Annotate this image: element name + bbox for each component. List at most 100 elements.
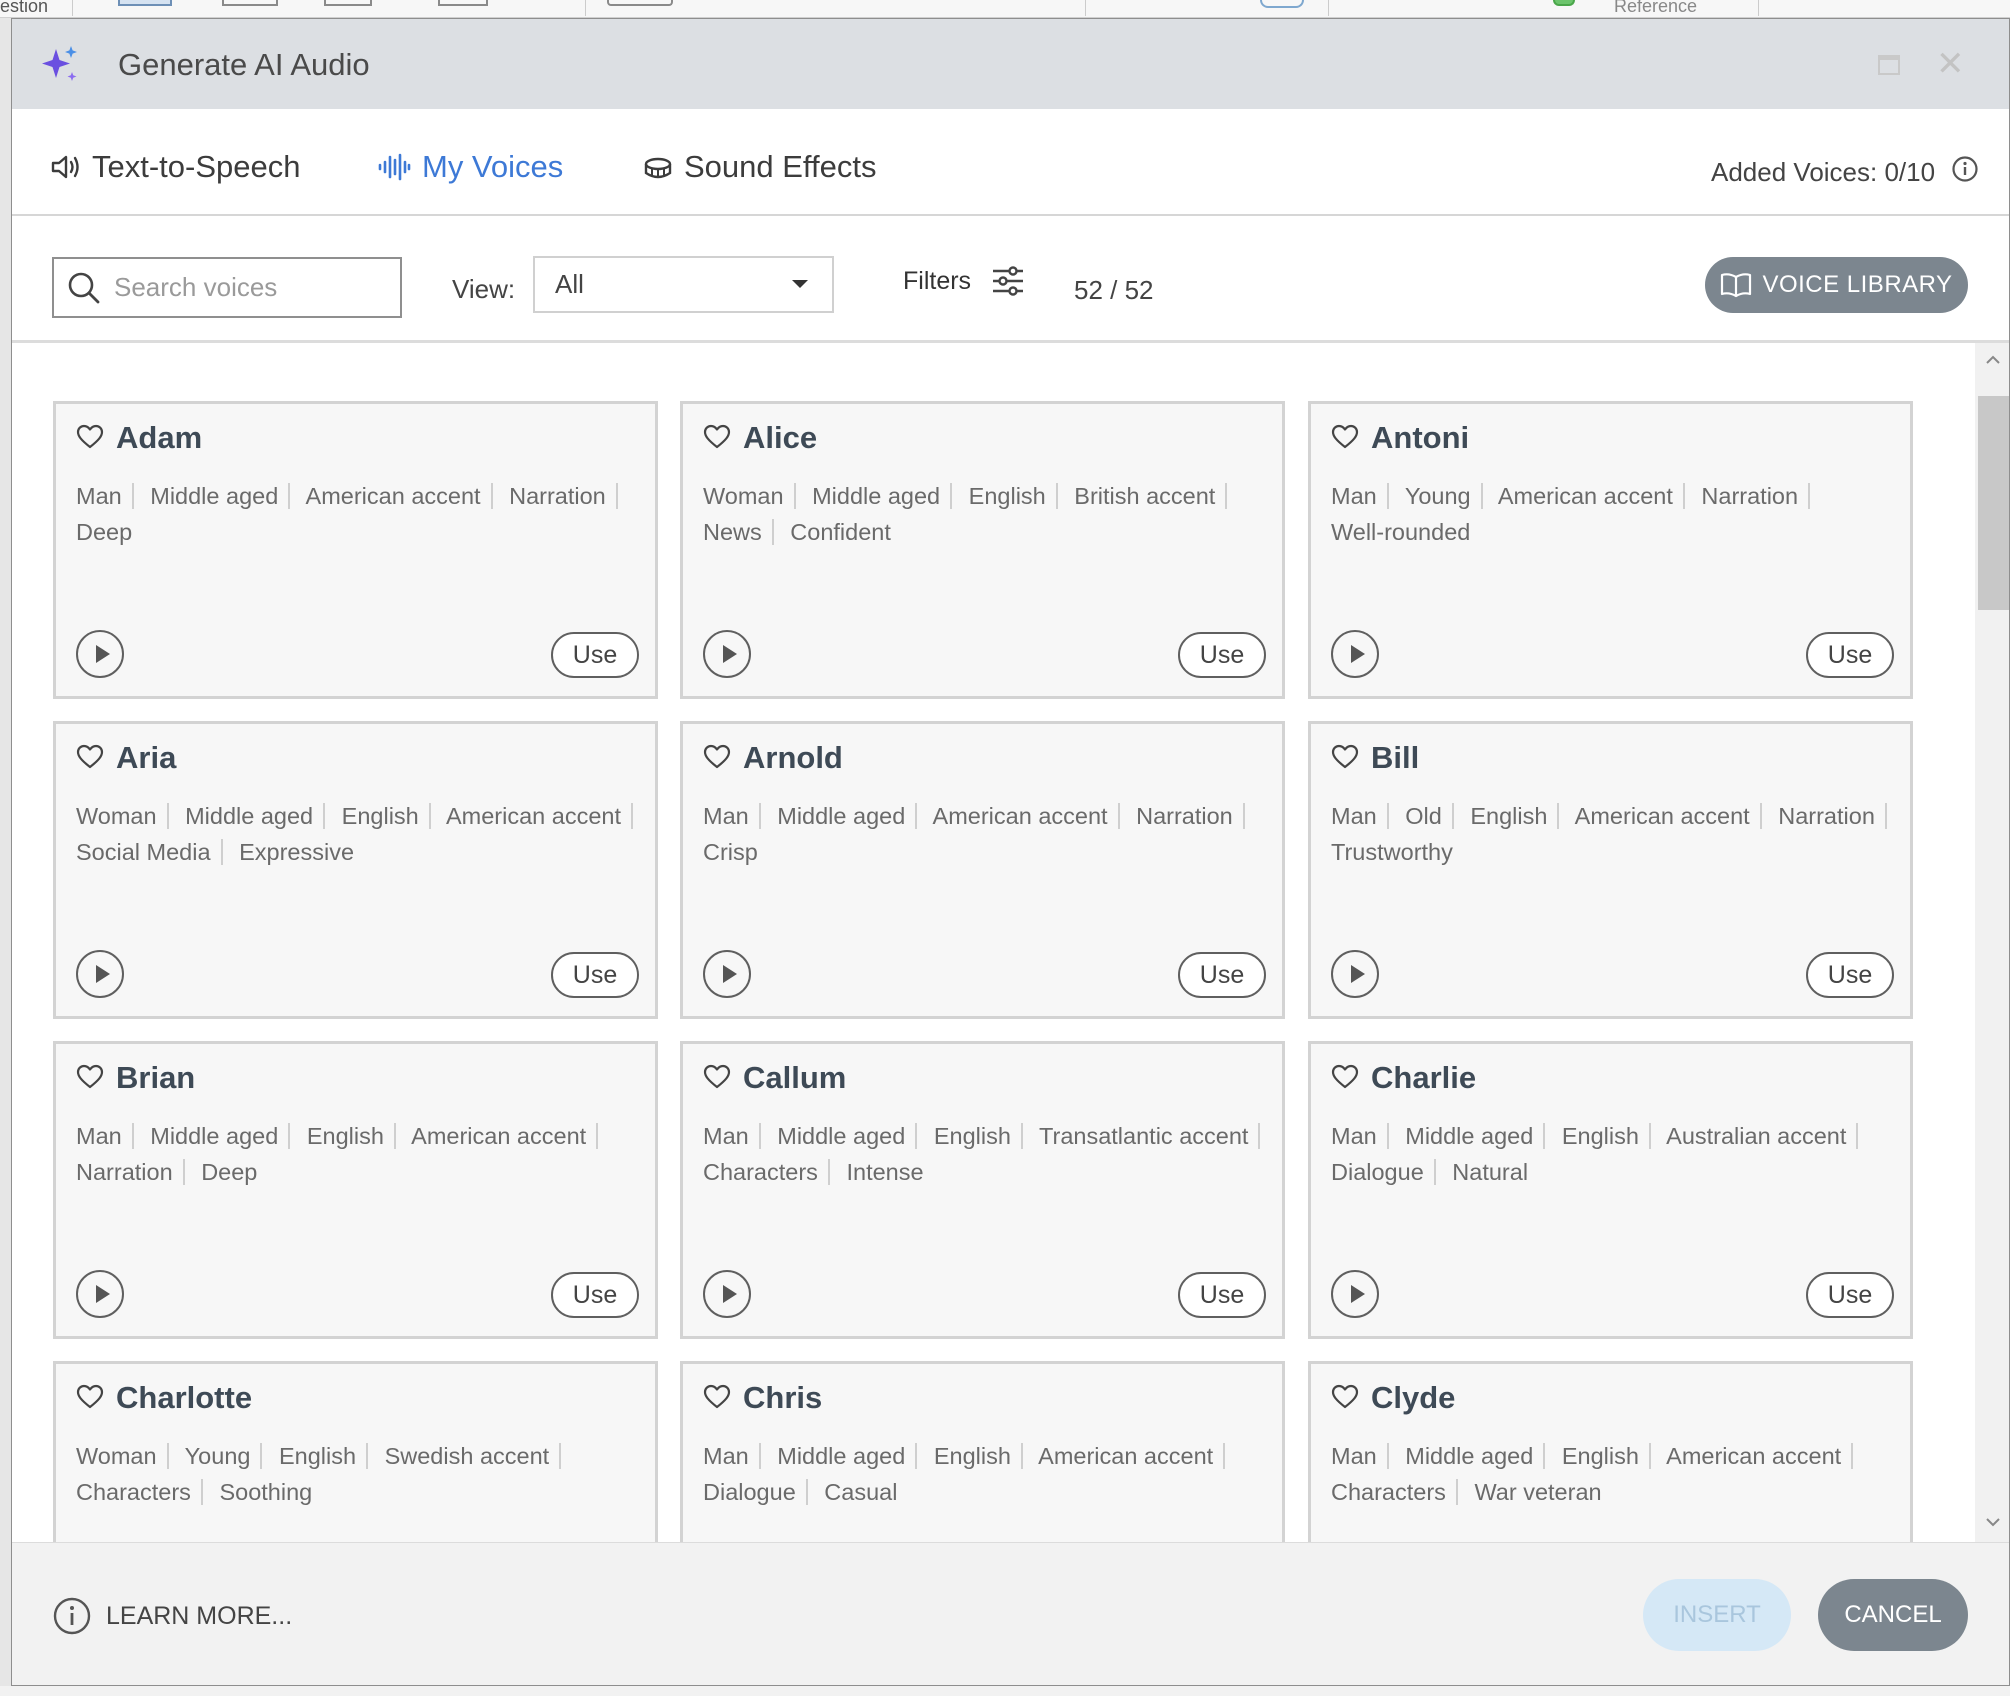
speaker-icon (50, 153, 82, 181)
use-button[interactable]: Use (1806, 632, 1894, 678)
toolbar-button[interactable] (222, 0, 278, 6)
use-button[interactable]: Use (1178, 632, 1266, 678)
dialog-titlebar: Generate AI Audio ✕ (12, 19, 2009, 109)
scrollbar-thumb[interactable] (1978, 396, 2009, 610)
heart-icon[interactable] (703, 1064, 731, 1090)
heart-icon[interactable] (1331, 424, 1359, 450)
voice-tag: Man (703, 803, 771, 829)
view-dropdown[interactable]: All (533, 256, 834, 313)
voice-tag: American accent (411, 1123, 608, 1149)
use-button[interactable]: Use (551, 1272, 639, 1318)
tab-text-to-speech[interactable]: Text-to-Speech (50, 149, 301, 185)
filters-button[interactable]: Filters (903, 266, 1025, 296)
reference-label[interactable]: Reference (1614, 0, 1697, 17)
voice-name: Aria (116, 740, 177, 775)
book-icon (1720, 272, 1752, 298)
voice-name: Antoni (1371, 420, 1470, 455)
play-button[interactable] (76, 1270, 124, 1318)
voice-tag: Man (1331, 483, 1399, 509)
maximize-button[interactable] (1878, 55, 1900, 75)
play-button[interactable] (1331, 630, 1379, 678)
voice-tag: Narration (1778, 803, 1897, 829)
learn-more-link[interactable]: LEARN MORE... (52, 1596, 292, 1636)
toolbar-button[interactable] (438, 0, 488, 6)
voice-tag: American accent (446, 803, 643, 829)
play-button[interactable] (1331, 950, 1379, 998)
voice-card[interactable]: Arnold Man Middle aged American accent Na… (680, 721, 1285, 1019)
voice-name: Bill (1371, 740, 1420, 775)
info-icon[interactable] (1951, 155, 1979, 190)
tab-sound-effects[interactable]: Sound Effects (642, 149, 876, 185)
voice-tag: English (307, 1123, 406, 1149)
voice-card[interactable]: Adam Man Middle aged American accent Narr… (53, 401, 658, 699)
play-button[interactable] (703, 1270, 751, 1318)
use-button[interactable]: Use (551, 952, 639, 998)
heart-icon[interactable] (1331, 1064, 1359, 1090)
heart-icon[interactable] (76, 1384, 104, 1410)
voice-card[interactable]: Charlotte Woman Young English Swedish acc… (53, 1361, 658, 1542)
voice-card[interactable]: Callum Man Middle aged English Transatlan… (680, 1041, 1285, 1339)
learn-more-label: LEARN MORE... (106, 1601, 293, 1630)
play-button[interactable] (703, 950, 751, 998)
voice-name: Adam (116, 420, 203, 455)
filters-label: Filters (903, 266, 972, 295)
voice-card[interactable]: Alice Woman Middle aged English British a… (680, 401, 1285, 699)
use-button[interactable]: Use (1178, 952, 1266, 998)
search-icon (66, 270, 102, 306)
voice-tag: Social Media (76, 839, 233, 865)
voice-tag: Middle aged (185, 803, 335, 829)
search-box[interactable] (52, 257, 402, 318)
close-button[interactable]: ✕ (1936, 47, 1965, 81)
voice-tag: Young (185, 1443, 273, 1469)
toolbar-button[interactable] (324, 0, 372, 6)
tab-bar: Text-to-Speech My Voices Sound Effects A… (12, 109, 2009, 216)
voice-card[interactable]: Antoni Man Young American accent Narratio… (1308, 401, 1913, 699)
play-button[interactable] (76, 630, 124, 678)
heart-icon[interactable] (1331, 1384, 1359, 1410)
heart-icon[interactable] (76, 1064, 104, 1090)
voice-tag: English (279, 1443, 378, 1469)
search-input[interactable] (114, 272, 384, 303)
voice-card[interactable]: Brian Man Middle aged English American ac… (53, 1041, 658, 1339)
use-button[interactable]: Use (1806, 1272, 1894, 1318)
voice-card[interactable]: Aria Woman Middle aged English American a… (53, 721, 658, 1019)
voice-tag: English (969, 483, 1068, 509)
voice-card[interactable]: Charlie Man Middle aged English Australia… (1308, 1041, 1913, 1339)
voice-card[interactable]: Clyde Man Middle aged English American ac… (1308, 1361, 1913, 1542)
heart-icon[interactable] (76, 744, 104, 770)
play-button[interactable] (76, 950, 124, 998)
use-button[interactable]: Use (551, 632, 639, 678)
cancel-button[interactable]: CANCEL (1818, 1579, 1968, 1651)
voice-card[interactable]: Bill Man Old English American accent Narr… (1308, 721, 1913, 1019)
toolbar-button[interactable] (607, 0, 673, 6)
play-button[interactable] (703, 630, 751, 678)
voice-card[interactable]: Chris Man Middle aged English American ac… (680, 1361, 1285, 1542)
heart-icon[interactable] (1331, 744, 1359, 770)
voice-tag: Deep (76, 519, 133, 545)
use-button[interactable]: Use (1806, 952, 1894, 998)
voice-tag: British accent (1074, 483, 1237, 509)
voice-library-button[interactable]: VOICE LIBRARY (1705, 257, 1968, 313)
heart-icon[interactable] (703, 424, 731, 450)
voice-tag: English (934, 1443, 1033, 1469)
use-button[interactable]: Use (1178, 1272, 1266, 1318)
play-icon (1347, 963, 1367, 985)
heart-icon[interactable] (76, 424, 104, 450)
waveform-icon (376, 153, 412, 181)
vertical-scrollbar[interactable] (1975, 343, 2009, 1542)
heart-icon[interactable] (703, 744, 731, 770)
heart-icon[interactable] (703, 1384, 731, 1410)
toolbar-button[interactable] (118, 0, 172, 6)
scroll-up-icon[interactable] (1985, 353, 2001, 371)
tab-label: Text-to-Speech (92, 149, 301, 184)
insert-button[interactable]: INSERT (1643, 1579, 1791, 1651)
tab-my-voices[interactable]: My Voices (376, 149, 563, 185)
globe-icon[interactable] (1260, 0, 1304, 8)
scroll-down-icon[interactable] (1985, 1515, 2001, 1533)
voice-tag: Transatlantic accent (1039, 1123, 1270, 1149)
play-button[interactable] (1331, 1270, 1379, 1318)
voice-tags: Woman Middle aged English American accen… (76, 798, 646, 870)
voice-tag: Man (1331, 1443, 1399, 1469)
voice-tag: American accent (1038, 1443, 1235, 1469)
voice-tag: Trustworthy (1331, 839, 1453, 865)
